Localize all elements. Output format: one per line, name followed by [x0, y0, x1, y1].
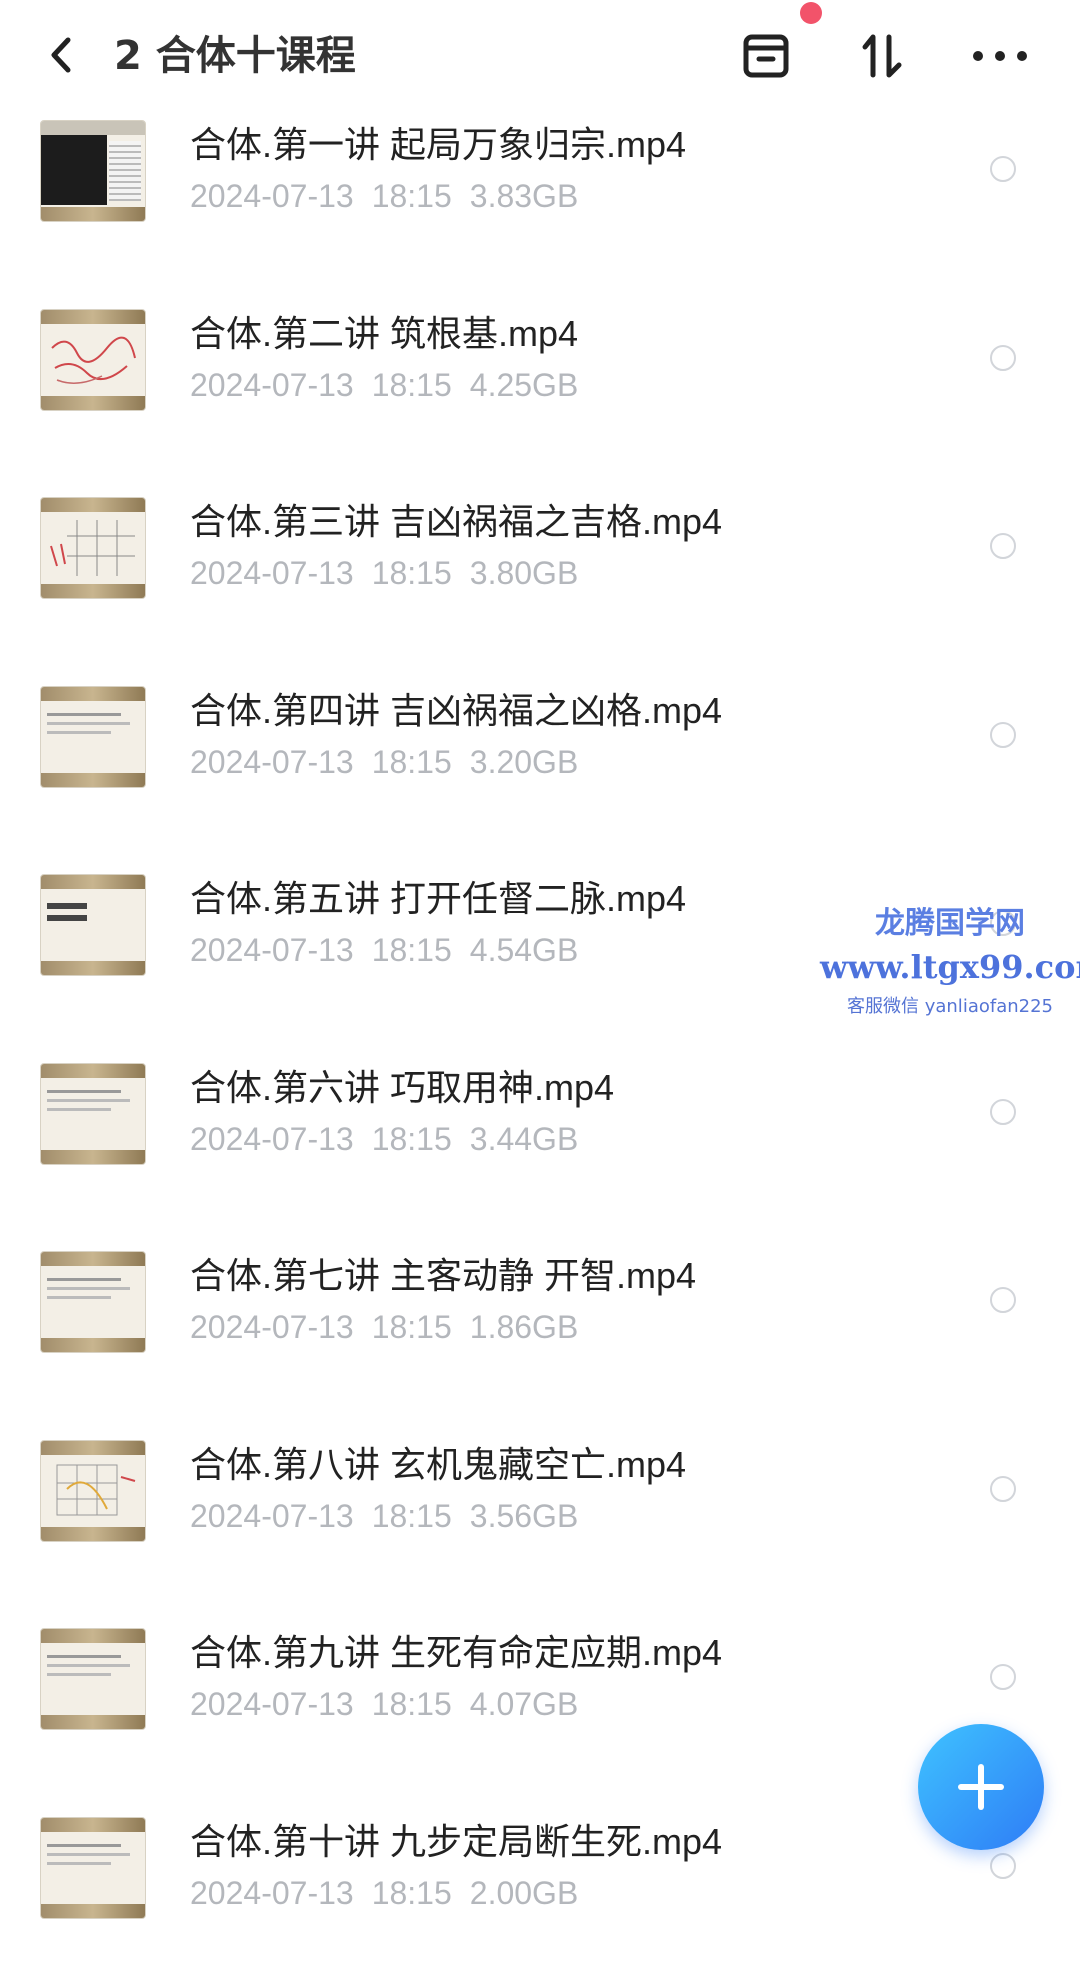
file-meta: 2024-07-13 18:15 2.00GB	[190, 1875, 578, 1912]
more-button[interactable]	[968, 24, 1032, 88]
file-date: 2024-07-13	[190, 555, 354, 591]
back-button[interactable]	[38, 30, 88, 80]
file-size: 4.07GB	[469, 1686, 579, 1722]
more-horizontal-icon	[973, 51, 1027, 61]
watermark: 龙腾国学网 www.ltgx99.com 客服微信 yanliaofan225	[820, 898, 1080, 1018]
add-button[interactable]	[918, 1724, 1044, 1850]
file-row[interactable]: 合体.第九讲 生死有命定应期.mp4 2024-07-13 18:15 4.07GB	[0, 1608, 1080, 1796]
file-row[interactable]: 合体.第一讲 起局万象归宗.mp4 2024-07-13 18:15 3.83GB	[0, 100, 1080, 288]
file-meta: 2024-07-13 18:15 4.54GB	[190, 932, 578, 969]
file-name: 合体.第二讲 筑根基.mp4	[190, 312, 579, 354]
file-size: 3.20GB	[469, 743, 579, 780]
select-radio[interactable]	[990, 156, 1016, 182]
file-time: 18:15	[371, 932, 452, 968]
page-title: 2 合体十课程	[114, 33, 356, 79]
file-time: 18:15	[371, 1497, 452, 1534]
file-date: 2024-07-13	[190, 743, 354, 780]
archive-box-icon	[743, 34, 789, 78]
video-thumbnail	[40, 1816, 146, 1919]
file-meta: 2024-07-13 18:15 4.25GB	[190, 367, 578, 404]
file-time: 18:15	[371, 366, 452, 403]
watermark-url: www.ltgx99.com	[820, 948, 1080, 986]
file-row[interactable]: 合体.第七讲 主客动静 开智.mp4 2024-07-13 18:15 1.86GB	[0, 1231, 1080, 1419]
select-radio[interactable]	[990, 721, 1016, 748]
file-meta: 2024-07-13 18:15 1.86GB	[190, 1309, 578, 1346]
file-meta: 2024-07-13 18:15 4.07GB	[190, 1686, 578, 1723]
file-name: 合体.第一讲 起局万象归宗.mp4	[190, 124, 687, 165]
file-size: 4.25GB	[469, 366, 579, 403]
sort-button[interactable]	[850, 24, 914, 88]
file-row[interactable]: 合体.第八讲 玄机鬼藏空亡.mp4 2024-07-13 18:15 3.56GB	[0, 1420, 1080, 1608]
file-date: 2024-07-13	[190, 1497, 354, 1534]
select-radio[interactable]	[990, 533, 1016, 559]
watermark-site-name: 龙腾国学网	[875, 906, 1025, 941]
video-thumbnail	[40, 874, 146, 976]
file-size: 3.44GB	[469, 1120, 579, 1157]
file-size: 3.56GB	[469, 1497, 579, 1534]
archive-button[interactable]	[734, 24, 798, 88]
select-radio[interactable]	[990, 1852, 1016, 1879]
file-meta: 2024-07-13 18:15 3.80GB	[190, 555, 578, 592]
file-row[interactable]: 合体.第四讲 吉凶祸福之凶格.mp4 2024-07-13 18:15 3.20GB	[0, 666, 1080, 854]
select-radio[interactable]	[990, 1475, 1016, 1502]
top-bar: 2 合体十课程	[0, 0, 1080, 112]
file-name: 合体.第八讲 玄机鬼藏空亡.mp4	[190, 1443, 687, 1485]
file-time: 18:15	[371, 1686, 452, 1722]
file-size: 4.54GB	[469, 932, 579, 968]
file-size: 3.83GB	[469, 178, 579, 214]
file-name: 合体.第九讲 生死有命定应期.mp4	[190, 1632, 723, 1673]
file-name: 合体.第十讲 九步定局断生死.mp4	[190, 1820, 723, 1862]
video-thumbnail	[40, 120, 146, 222]
video-thumbnail	[40, 685, 146, 788]
video-thumbnail	[40, 308, 146, 411]
watermark-contact: 客服微信 yanliaofan225	[847, 996, 1053, 1017]
file-row[interactable]: 合体.第二讲 筑根基.mp4 2024-07-13 18:15 4.25GB	[0, 289, 1080, 477]
file-time: 18:15	[371, 1120, 452, 1157]
select-radio[interactable]	[990, 1664, 1016, 1690]
file-date: 2024-07-13	[190, 1686, 354, 1722]
file-date: 2024-07-13	[190, 1309, 354, 1345]
video-thumbnail	[40, 497, 146, 599]
file-time: 18:15	[371, 743, 452, 780]
file-row[interactable]: 合体.第六讲 巧取用神.mp4 2024-07-13 18:15 3.44GB	[0, 1043, 1080, 1231]
file-row[interactable]: 合体.第三讲 吉凶祸福之吉格.mp4 2024-07-13 18:15 3.80GB	[0, 477, 1080, 665]
chevron-left-icon	[51, 37, 71, 73]
file-time: 18:15	[371, 1309, 452, 1345]
file-size: 3.80GB	[469, 555, 579, 591]
video-thumbnail	[40, 1439, 146, 1542]
file-time: 18:15	[371, 1874, 452, 1911]
file-name: 合体.第三讲 吉凶祸福之吉格.mp4	[190, 501, 723, 542]
file-name: 合体.第五讲 打开任督二脉.mp4	[190, 878, 687, 919]
file-date: 2024-07-13	[190, 932, 354, 968]
file-row[interactable]: 合体.第十讲 九步定局断生死.mp4 2024-07-13 18:15 2.00GB	[0, 1797, 1080, 1985]
select-radio[interactable]	[990, 1287, 1016, 1313]
select-radio[interactable]	[990, 1098, 1016, 1125]
file-time: 18:15	[371, 178, 452, 214]
file-date: 2024-07-13	[190, 178, 354, 214]
select-radio[interactable]	[990, 344, 1016, 371]
file-size: 1.86GB	[469, 1309, 579, 1345]
video-thumbnail	[40, 1628, 146, 1730]
file-name: 合体.第四讲 吉凶祸福之凶格.mp4	[190, 689, 723, 731]
file-name: 合体.第六讲 巧取用神.mp4	[190, 1066, 615, 1108]
file-meta: 2024-07-13 18:15 3.56GB	[190, 1498, 578, 1535]
file-date: 2024-07-13	[190, 366, 354, 403]
file-name: 合体.第七讲 主客动静 开智.mp4	[190, 1255, 697, 1296]
sort-arrows-icon	[862, 34, 902, 78]
file-date: 2024-07-13	[190, 1874, 354, 1911]
file-date: 2024-07-13	[190, 1120, 354, 1157]
notification-dot	[800, 2, 822, 24]
file-time: 18:15	[371, 555, 452, 591]
video-thumbnail	[40, 1251, 146, 1353]
plus-icon	[958, 1764, 1004, 1810]
video-thumbnail	[40, 1062, 146, 1165]
file-meta: 2024-07-13 18:15 3.44GB	[190, 1121, 578, 1158]
file-meta: 2024-07-13 18:15 3.83GB	[190, 178, 578, 215]
file-size: 2.00GB	[469, 1874, 579, 1911]
file-meta: 2024-07-13 18:15 3.20GB	[190, 744, 578, 781]
